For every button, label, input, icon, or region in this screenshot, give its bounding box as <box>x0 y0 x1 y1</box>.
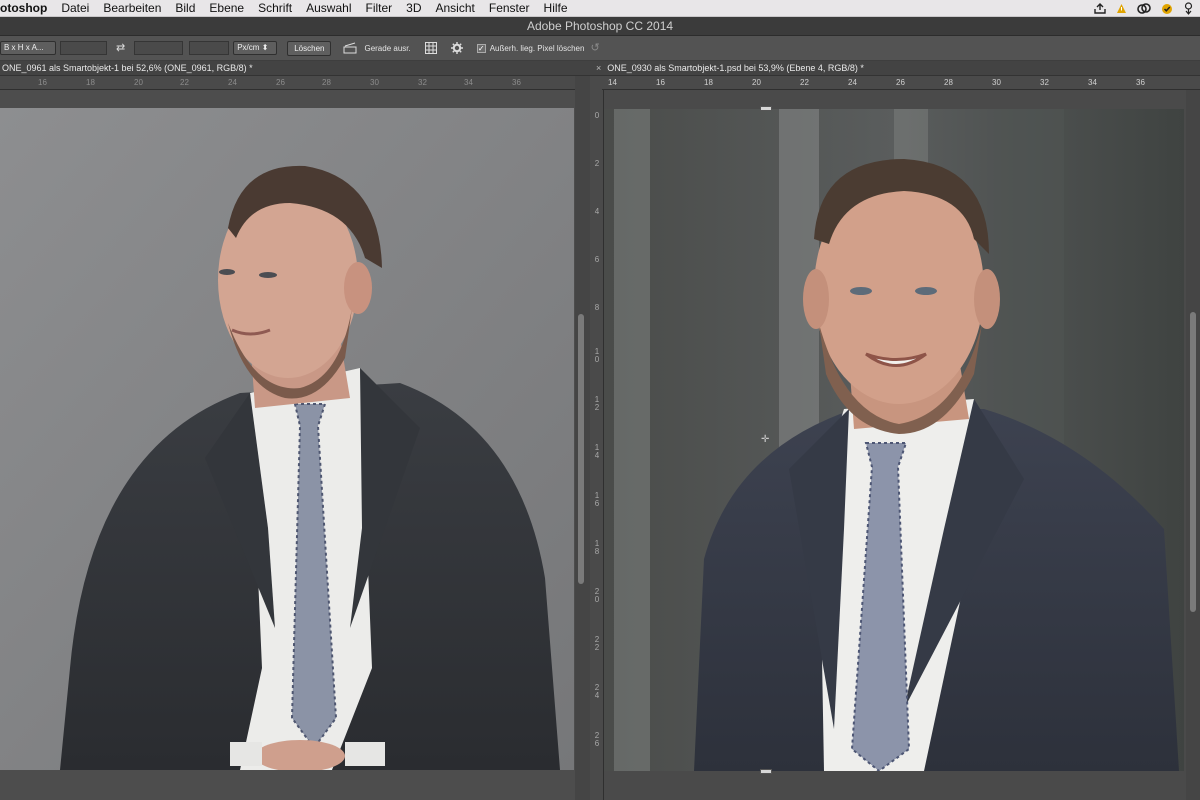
ruler-tick: 22 <box>800 78 809 87</box>
menu-filter[interactable]: Filter <box>365 1 392 15</box>
ruler-tick: 36 <box>512 78 521 87</box>
grid-overlay-icon[interactable] <box>424 42 437 54</box>
delete-pixels-label[interactable]: Außerh. lieg. Pixel löschen <box>490 44 585 53</box>
ruler-tick: 4 <box>594 207 600 216</box>
ruler-tick: 2 2 <box>594 635 600 652</box>
ruler-tick: 28 <box>944 78 953 87</box>
ruler-tick: 8 <box>594 303 600 312</box>
close-tab-icon[interactable]: × <box>596 63 601 73</box>
upload-icon[interactable] <box>1094 3 1106 14</box>
portrait-photo-right <box>604 109 1184 771</box>
crosshair-icon: ✛ <box>761 434 770 445</box>
ruler-tick: 2 4 <box>594 683 600 700</box>
app-menu[interactable]: otoshop <box>0 1 47 15</box>
photo-canvas-right[interactable] <box>604 109 1184 771</box>
vertical-scrollbar-left[interactable] <box>575 76 590 800</box>
ruler-tick: 24 <box>228 78 237 87</box>
menu-3d[interactable]: 3D <box>406 1 421 15</box>
ruler-tick: 28 <box>322 78 331 87</box>
vertical-scrollbar-right[interactable] <box>1186 90 1200 800</box>
menu-bar: otoshop Datei Bearbeiten Bild Ebene Schr… <box>0 0 1200 17</box>
document-window-left: ONE_0961 als Smartobjekt-1 bei 52,6% (ON… <box>0 61 590 800</box>
ruler-tick: 34 <box>1088 78 1097 87</box>
straighten-label[interactable]: Gerade ausr. <box>364 44 410 53</box>
menu-fenster[interactable]: Fenster <box>489 1 530 15</box>
ruler-tick: 26 <box>276 78 285 87</box>
options-bar: B x H x A... ⇄ Px/cm ⬍ Löschen Gerade au… <box>0 36 1200 61</box>
reset-icon[interactable]: ↺ <box>590 41 599 55</box>
menu-bild[interactable]: Bild <box>175 1 195 15</box>
crop-handle-top[interactable] <box>760 106 772 111</box>
ruler-tick: 18 <box>86 78 95 87</box>
document-tab-right[interactable]: × ONE_0930 als Smartobjekt-1.psd bei 53,9… <box>594 61 864 76</box>
height-field[interactable] <box>134 41 184 55</box>
ruler-gap <box>0 90 575 108</box>
photo-canvas-left[interactable] <box>0 108 574 770</box>
app-title-bar: Adobe Photoshop CC 2014 <box>0 17 1200 36</box>
scroll-thumb-right[interactable] <box>1190 312 1196 612</box>
document-tab-title: ONE_0961 als Smartobjekt-1 bei 52,6% (ON… <box>2 63 253 73</box>
ruler-tick: 22 <box>180 78 189 87</box>
ratio-preset-value: B x H x A... <box>4 43 44 52</box>
ruler-tick: 1 4 <box>594 443 600 460</box>
status-tray <box>1094 0 1194 17</box>
spotlight-icon[interactable] <box>1183 2 1194 15</box>
unit-select[interactable]: Px/cm ⬍ <box>233 41 278 55</box>
ruler-tick: 14 <box>608 78 617 87</box>
ruler-tick: 36 <box>1136 78 1145 87</box>
menu-schrift[interactable]: Schrift <box>258 1 292 15</box>
delete-pixels-checkbox[interactable]: ✓ <box>476 43 486 53</box>
window-title: Adobe Photoshop CC 2014 <box>526 19 674 33</box>
ruler-tick: 20 <box>752 78 761 87</box>
ruler-tick: 6 <box>594 255 600 264</box>
ruler-tick: 2 6 <box>594 731 600 748</box>
ruler-tick: 16 <box>656 78 665 87</box>
vertical-ruler: 0 2 4 6 8 1 0 1 2 1 4 1 6 1 8 2 0 2 2 2 … <box>590 90 604 800</box>
ruler-tick: 26 <box>896 78 905 87</box>
ruler-tick: 30 <box>992 78 1001 87</box>
ruler-tick: 32 <box>1040 78 1049 87</box>
document-window-right: × ONE_0930 als Smartobjekt-1.psd bei 53,9… <box>590 61 1200 800</box>
ruler-tick: 1 8 <box>594 539 600 556</box>
check-badge-icon[interactable] <box>1161 3 1173 15</box>
document-tab-title: ONE_0930 als Smartobjekt-1.psd bei 53,9%… <box>607 63 864 73</box>
ratio-preset-select[interactable]: B x H x A... <box>0 41 56 55</box>
horizontal-ruler: 16 18 20 22 24 26 28 30 32 34 36 <box>0 76 575 90</box>
ruler-tick: 20 <box>134 78 143 87</box>
ruler-tick: 2 0 <box>594 587 600 604</box>
menu-auswahl[interactable]: Auswahl <box>306 1 351 15</box>
swap-icon[interactable]: ⇄ <box>116 41 125 55</box>
ruler-tick: 1 2 <box>594 395 600 412</box>
ruler-tick: 18 <box>704 78 713 87</box>
horizontal-ruler: 14 16 18 20 22 24 26 28 30 32 34 36 <box>602 76 1200 90</box>
ruler-tick: 32 <box>418 78 427 87</box>
ruler-tick: 1 6 <box>594 491 600 508</box>
stepper-icon: ⬍ <box>261 43 269 52</box>
canvas-pasteboard-bottom <box>0 770 575 800</box>
menu-ebene[interactable]: Ebene <box>209 1 244 15</box>
ruler-tick: 1 0 <box>594 347 600 364</box>
scroll-thumb-left[interactable] <box>578 314 584 584</box>
menu-hilfe[interactable]: Hilfe <box>544 1 568 15</box>
ruler-tick: 24 <box>848 78 857 87</box>
menu-bearbeiten[interactable]: Bearbeiten <box>103 1 161 15</box>
document-tab-left[interactable]: ONE_0961 als Smartobjekt-1 bei 52,6% (ON… <box>0 61 253 76</box>
menu-datei[interactable]: Datei <box>61 1 89 15</box>
ruler-tick: 0 <box>594 111 600 120</box>
alert-icon[interactable] <box>1116 3 1127 14</box>
ruler-tick: 34 <box>464 78 473 87</box>
ruler-tick: 16 <box>38 78 47 87</box>
creative-cloud-icon[interactable] <box>1137 3 1151 14</box>
ruler-tick: 2 <box>594 159 600 168</box>
ruler-tick: 30 <box>370 78 379 87</box>
gear-icon[interactable] <box>450 42 463 54</box>
straighten-icon[interactable] <box>343 42 357 54</box>
menu-ansicht[interactable]: Ansicht <box>436 1 475 15</box>
width-field[interactable] <box>60 41 107 55</box>
clear-button[interactable]: Löschen <box>287 40 332 56</box>
portrait-photo-left <box>0 108 574 770</box>
resolution-field[interactable] <box>189 41 230 55</box>
unit-value: Px/cm <box>237 43 260 52</box>
crop-handle-bottom[interactable] <box>760 769 772 774</box>
